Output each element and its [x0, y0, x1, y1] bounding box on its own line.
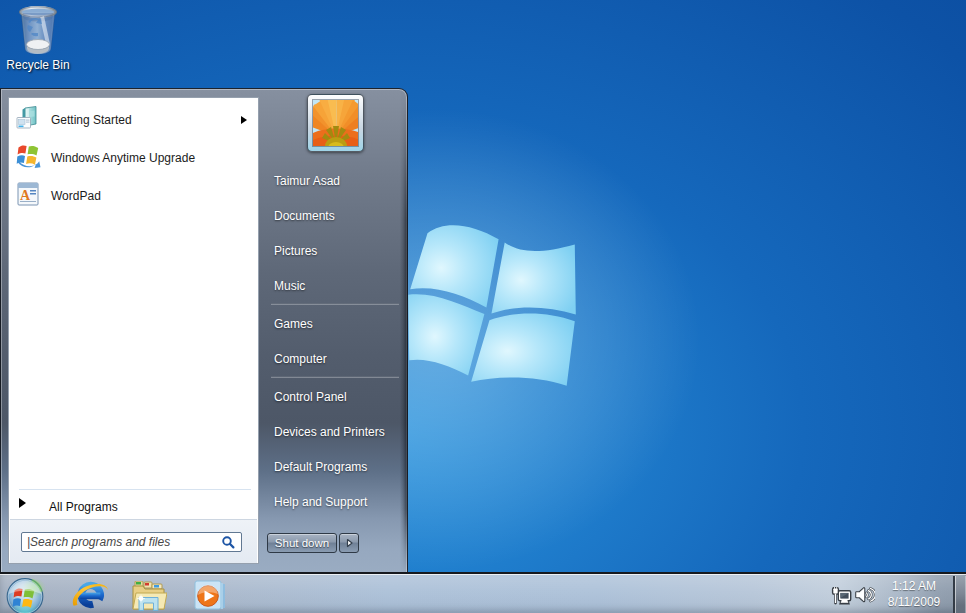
svg-text:A: A — [20, 188, 31, 203]
